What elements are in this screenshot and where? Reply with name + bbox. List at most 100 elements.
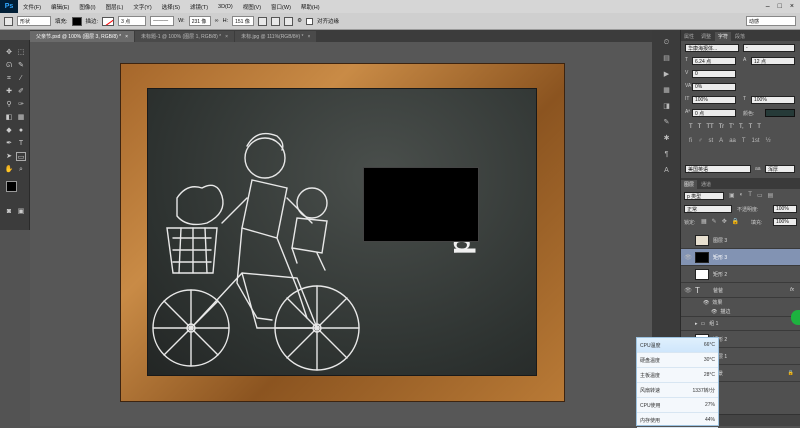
tab-properties[interactable]: 属性 [681,32,697,41]
gradient-tool-icon[interactable]: ▦ [16,113,26,122]
menu-view[interactable]: 视图(V) [238,3,266,11]
stroke-effect-row[interactable]: 👁 描边 [681,307,800,317]
tool-preset-icon[interactable] [4,16,13,26]
stroke-type-select[interactable]: ——— [150,16,175,26]
gear-icon[interactable]: ⚙ [297,18,302,24]
stroke-color-swatch[interactable] [102,16,115,26]
pixel-filter-icon[interactable]: ▣ [729,192,735,199]
quick-mask-icon[interactable]: ◙ [4,207,14,216]
layer-row[interactable]: 👁 T 爸爸 fx [681,283,800,298]
swash-icon[interactable]: ♂ [698,138,703,144]
lasso-tool-icon[interactable]: ᘏ [4,61,14,70]
layer-row-selected[interactable]: 👁 矩形 3 [681,249,800,266]
rectangle-tool-icon[interactable]: ▭ [16,152,26,161]
fill-field[interactable]: 100% [773,218,797,226]
menu-help[interactable]: 帮助(H) [296,3,325,11]
superscript-button[interactable]: T' [729,124,734,130]
styles-icon[interactable]: ◨ [661,102,672,111]
font-style-select[interactable]: - [743,44,795,52]
height-field[interactable]: 151 像 [232,16,255,26]
subscript-button[interactable]: T, [739,124,744,130]
healing-tool-icon[interactable]: ✚ [4,87,14,96]
tab-layers[interactable]: 图层 [681,180,698,189]
pen-tool-icon[interactable]: ✒ [4,139,14,148]
path-arrangement-icon[interactable] [284,16,294,26]
underline-button[interactable]: T [749,124,753,130]
titling-icon[interactable]: aa [729,138,736,144]
layer-row[interactable]: 图层 3 [681,232,800,249]
all-caps-button[interactable]: TT [706,124,713,130]
screen-mode-icon[interactable]: ▣ [16,207,26,216]
strikethrough-button[interactable]: T [757,124,761,130]
stroke-size-field[interactable]: 3 点 [118,16,147,26]
effects-row[interactable]: 👁 效果 [681,298,800,307]
foreground-color-swatch[interactable] [6,181,17,192]
blur-tool-icon[interactable]: ◆ [4,126,14,135]
menu-window[interactable]: 窗口(W) [266,3,296,11]
vertical-scale-field[interactable]: 100% [692,96,736,104]
opacity-field[interactable]: 100% [773,205,797,213]
quick-select-tool-icon[interactable]: ✎ [16,61,26,70]
close-icon[interactable]: × [307,34,310,40]
stylistic-icon[interactable]: st [709,138,714,144]
font-size-field[interactable]: 6.24 点 [692,57,736,65]
history-brush-tool-icon[interactable]: ✑ [16,100,26,109]
brush-preset-icon[interactable]: ✎ [661,118,672,127]
ligature-icon[interactable]: fi [689,138,692,144]
zoom-tool-icon[interactable]: ⌕ [16,165,26,174]
eraser-tool-icon[interactable]: ◧ [4,113,14,122]
chevron-right-icon[interactable]: ▸ [695,321,698,327]
hand-tool-icon[interactable]: ✋ [4,165,14,174]
eye-icon[interactable]: 👁 [703,300,709,306]
menu-file[interactable]: 文件(F) [18,3,46,11]
tab-adjustments[interactable]: 调整 [698,32,714,41]
half-icon[interactable]: ½ [766,138,771,144]
font-family-select[interactable]: 华康海报体... [685,44,739,52]
workspace-select[interactable]: 动感 [746,16,796,26]
group-row[interactable]: ▸ ▭ 组 1 [681,317,800,331]
faux-bold-button[interactable]: T [689,124,693,130]
tab-document-1[interactable]: 父亲节.psd @ 100% (图层 3, RGB/8) * × [30,31,135,42]
brush-tool-icon[interactable]: ✐ [16,87,26,96]
adjustment-filter-icon[interactable]: ◐ [740,192,744,199]
ordinals-icon[interactable]: 1st [752,138,760,144]
close-icon[interactable]: × [225,34,228,40]
baseline-shift-field[interactable]: 0 点 [692,109,736,117]
menu-edit[interactable]: 编辑(E) [46,3,74,11]
tab-document-2[interactable]: 未标题-1 @ 100% (图层 1, RGB/8) * × [135,31,235,42]
dodge-tool-icon[interactable]: ● [16,126,26,135]
blend-mode-select[interactable]: 正常 [684,205,732,213]
eyedropper-tool-icon[interactable]: ⁄ [16,74,26,83]
eye-icon[interactable]: 👁 [681,287,695,294]
link-icon[interactable]: ∞ [215,18,219,24]
fill-color-swatch[interactable] [71,16,82,26]
menu-image[interactable]: 图像(I) [74,3,100,11]
lock-all-icon[interactable]: 🔒 [732,218,739,225]
path-select-tool-icon[interactable]: ➤ [4,152,14,161]
history-icon[interactable]: ⏲ [661,38,672,47]
text-color-swatch[interactable] [765,109,795,117]
rectangle-shape-layer[interactable] [363,167,479,242]
move-tool-icon[interactable]: ✥ [4,48,14,57]
tab-channels[interactable]: 通道 [698,180,714,189]
horizontal-scale-field[interactable]: 100% [751,96,795,104]
properties-icon[interactable]: ▤ [661,54,672,63]
lock-transparency-icon[interactable]: ▦ [701,218,707,225]
fx-icon[interactable]: fx [790,287,794,293]
character-icon[interactable]: A [661,166,672,175]
layer-row[interactable]: 矩形 2 [681,266,800,283]
layer-filter-select[interactable]: p 类型 [684,192,724,200]
menu-layer[interactable]: 图层(L) [101,3,129,11]
menu-type[interactable]: 文字(Y) [128,3,156,11]
tracking-field[interactable]: 0% [692,83,736,91]
minimize-icon[interactable]: – [766,3,770,10]
tab-character[interactable]: 字符 [715,32,732,41]
menu-filter[interactable]: 滤镜(T) [185,3,213,11]
close-icon[interactable]: × [125,34,128,40]
marquee-tool-icon[interactable]: ⬚ [16,48,26,57]
shape-mode-select[interactable]: 形状 [17,16,51,26]
clone-source-icon[interactable]: ✱ [661,134,672,143]
leading-field[interactable]: 12 点 [751,57,795,65]
smart-filter-icon[interactable]: ▤ [768,192,774,199]
shape-filter-icon[interactable]: ▭ [757,192,763,199]
